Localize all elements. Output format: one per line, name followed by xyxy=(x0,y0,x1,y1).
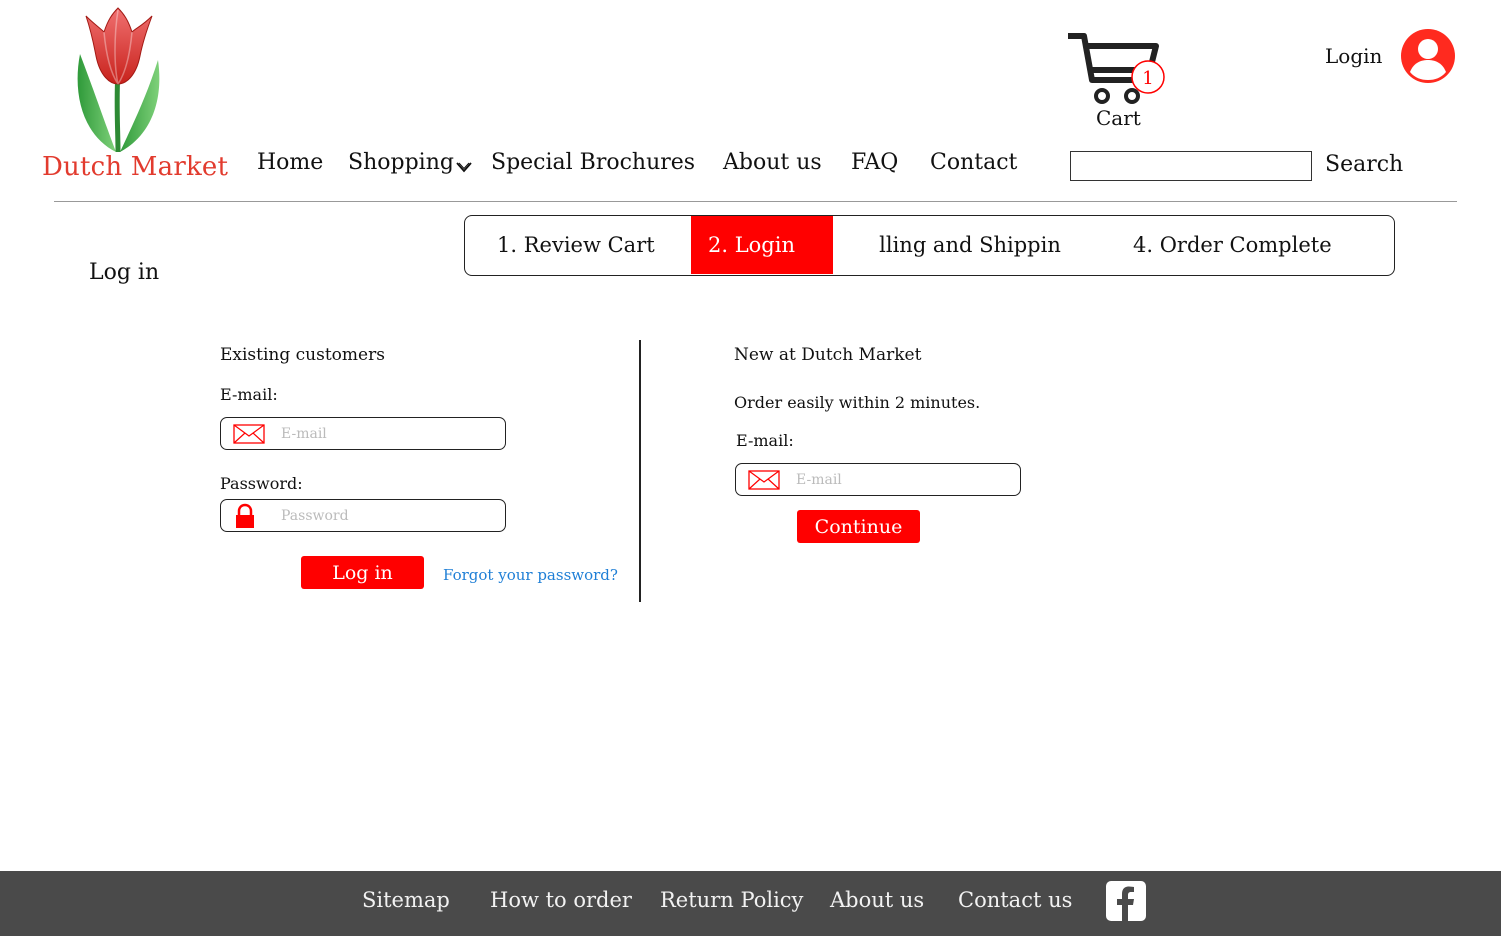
chevron-down-icon[interactable] xyxy=(455,160,473,174)
footer-sitemap[interactable]: Sitemap xyxy=(362,888,450,912)
step-order-complete[interactable]: 4. Order Complete xyxy=(1133,216,1373,274)
email-input[interactable] xyxy=(281,424,491,444)
nav-about-us[interactable]: About us xyxy=(723,150,822,175)
tulip-logo-icon[interactable] xyxy=(66,6,170,156)
email-label: E-mail: xyxy=(220,385,278,404)
nav-special-brochures[interactable]: Special Brochures xyxy=(491,150,695,175)
nav-home[interactable]: Home xyxy=(257,150,323,175)
facebook-icon[interactable] xyxy=(1106,881,1146,921)
cart-label[interactable]: Cart xyxy=(1096,106,1141,130)
nav-shopping[interactable]: Shopping xyxy=(348,150,454,175)
new-customer-description: Order easily within 2 minutes. xyxy=(734,393,981,412)
continue-button[interactable]: Continue xyxy=(797,510,920,543)
cart-count-badge: 1 xyxy=(1142,68,1153,89)
password-input[interactable] xyxy=(281,506,491,526)
search-input[interactable] xyxy=(1070,151,1312,181)
column-divider xyxy=(639,340,641,602)
new-customer-heading: New at Dutch Market xyxy=(734,345,922,365)
new-email-input[interactable] xyxy=(796,470,1006,490)
login-link[interactable]: Login xyxy=(1325,44,1382,68)
step-billing-shipping[interactable]: lling and Shippin xyxy=(855,216,1085,274)
email-field[interactable] xyxy=(220,417,506,450)
nav-contact[interactable]: Contact xyxy=(930,150,1017,175)
cart-icon[interactable]: 1 xyxy=(1066,30,1170,110)
step-login[interactable]: 2. Login xyxy=(691,216,833,274)
envelope-icon xyxy=(233,424,265,444)
existing-customers-heading: Existing customers xyxy=(220,345,385,365)
checkout-steps: 1. Review Cart 2. Login lling and Shippi… xyxy=(464,215,1395,276)
footer-return-policy[interactable]: Return Policy xyxy=(660,888,803,912)
user-circle-icon[interactable] xyxy=(1400,28,1456,84)
footer-how-to-order[interactable]: How to order xyxy=(490,888,632,912)
password-field[interactable] xyxy=(220,499,506,532)
forgot-password-link[interactable]: Forgot your password? xyxy=(443,566,618,584)
new-email-field[interactable] xyxy=(735,463,1021,496)
nav-faq[interactable]: FAQ xyxy=(851,150,898,175)
password-label: Password: xyxy=(220,474,303,493)
search-button[interactable]: Search xyxy=(1325,152,1403,177)
step-review-cart[interactable]: 1. Review Cart xyxy=(497,216,687,274)
lock-icon xyxy=(236,503,254,528)
new-email-label: E-mail: xyxy=(736,431,794,450)
brand-name[interactable]: Dutch Market xyxy=(42,152,228,182)
footer: Sitemap How to order Return Policy About… xyxy=(0,871,1501,936)
footer-contact-us[interactable]: Contact us xyxy=(958,888,1072,912)
envelope-icon xyxy=(748,470,780,490)
login-button[interactable]: Log in xyxy=(301,556,424,589)
header-divider xyxy=(54,201,1457,202)
page-title: Log in xyxy=(89,260,160,285)
footer-about-us[interactable]: About us xyxy=(830,888,924,912)
